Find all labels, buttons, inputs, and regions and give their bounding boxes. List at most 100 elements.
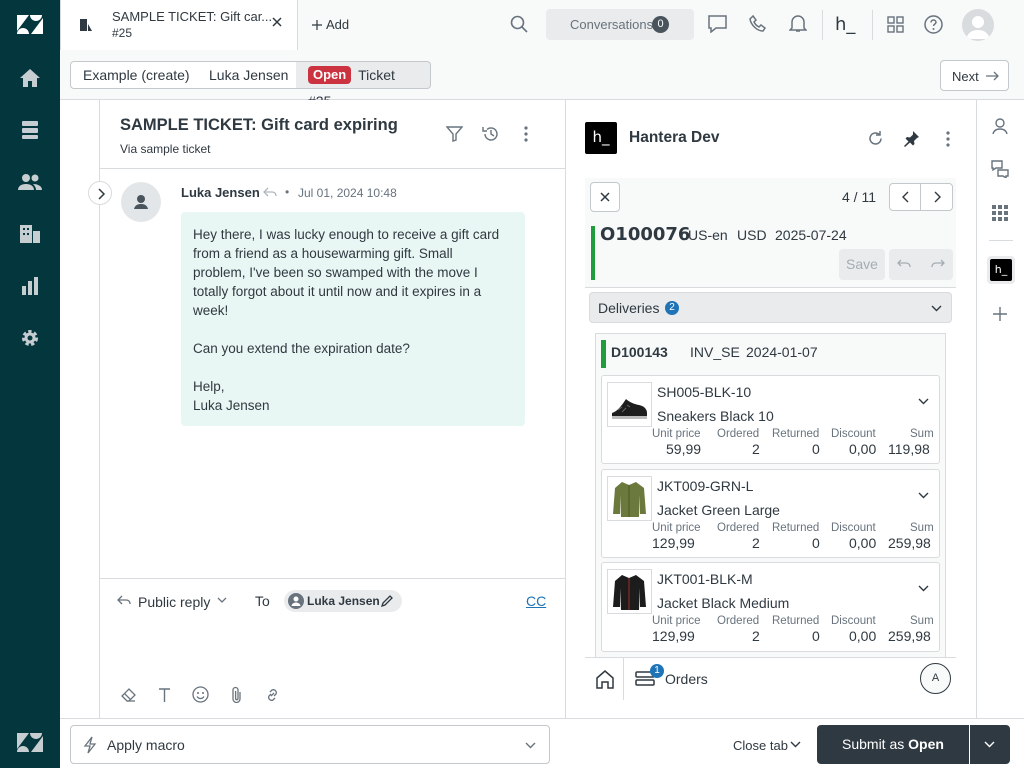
topbar-divider-2 bbox=[872, 10, 873, 40]
notifications-bell-icon[interactable] bbox=[789, 14, 807, 33]
admin-gear-icon[interactable] bbox=[15, 323, 45, 353]
save-button[interactable]: Save bbox=[839, 249, 885, 280]
filter-icon[interactable] bbox=[446, 126, 463, 142]
chat-icon[interactable] bbox=[708, 15, 727, 33]
breadcrumb-user[interactable]: Luka Jensen bbox=[197, 61, 302, 89]
pin-icon[interactable] bbox=[903, 130, 920, 147]
order-id[interactable]: O100076 bbox=[600, 224, 690, 245]
add-app-plus-icon[interactable] bbox=[993, 307, 1007, 321]
attachment-icon[interactable] bbox=[231, 686, 242, 703]
organizations-icon[interactable] bbox=[15, 219, 45, 249]
hantera-rail-app[interactable]: h_ bbox=[987, 256, 1015, 284]
pencil-icon[interactable] bbox=[380, 594, 394, 608]
line-item[interactable]: JKT001-BLK-M Jacket Black Medium Unit pr… bbox=[601, 562, 940, 652]
item-expand-chevron-icon[interactable] bbox=[918, 398, 929, 405]
conversations-count-badge: 0 bbox=[652, 16, 669, 33]
app-bottom-nav: 1 Orders A bbox=[585, 657, 956, 700]
history-icon[interactable] bbox=[482, 125, 500, 143]
apps-grid-icon[interactable] bbox=[887, 16, 904, 33]
app-more-icon[interactable] bbox=[946, 131, 950, 147]
message-line: problem, I've been so swamped with the m… bbox=[193, 265, 478, 280]
unit-price-value: 129,99 bbox=[652, 535, 695, 551]
item-expand-chevron-icon[interactable] bbox=[918, 492, 929, 499]
search-icon[interactable] bbox=[510, 15, 528, 33]
submit-prefix: Submit as bbox=[842, 736, 909, 752]
pager-buttons bbox=[889, 183, 953, 211]
text-format-icon[interactable] bbox=[158, 687, 171, 703]
close-order-button[interactable] bbox=[590, 182, 620, 212]
breadcrumb-requester[interactable]: Example (create) bbox=[70, 61, 203, 89]
app-user-avatar[interactable]: A bbox=[920, 663, 951, 694]
chevron-right-icon bbox=[98, 188, 106, 200]
user-avatar[interactable] bbox=[962, 9, 994, 41]
reporting-icon[interactable] bbox=[15, 271, 45, 301]
order-locale: US-en bbox=[688, 227, 728, 243]
cc-link[interactable]: CC bbox=[526, 593, 546, 609]
line-item[interactable]: SH005-BLK-10 Sneakers Black 10 Unit pric… bbox=[601, 375, 940, 464]
breadcrumb-ticket[interactable]: Open Ticket #25 bbox=[296, 61, 431, 109]
recipient-chip[interactable]: Luka Jensen bbox=[284, 590, 402, 612]
apply-macro-dropdown[interactable]: Apply macro bbox=[70, 725, 550, 764]
recipient-avatar bbox=[288, 593, 304, 609]
zendesk-logo-icon[interactable] bbox=[15, 10, 45, 40]
phone-icon[interactable] bbox=[749, 15, 767, 33]
close-tab-chevron-icon[interactable] bbox=[790, 741, 801, 748]
deliveries-accordion[interactable]: Deliveries 2 bbox=[589, 292, 952, 323]
views-icon[interactable] bbox=[15, 115, 45, 145]
author-name[interactable]: Luka Jensen bbox=[181, 185, 260, 200]
ticket-header: SAMPLE TICKET: Gift card expiring Via sa… bbox=[100, 100, 566, 169]
expand-sidebar-button[interactable] bbox=[88, 181, 112, 205]
breadcrumb-bar: Example (create) Luka Jensen Open Ticket… bbox=[60, 50, 1024, 109]
add-tab-button[interactable]: Add bbox=[312, 17, 349, 32]
chevron-left-icon bbox=[902, 191, 909, 203]
link-icon[interactable] bbox=[264, 687, 281, 703]
undo-icon[interactable] bbox=[897, 259, 911, 268]
zendesk-wordmark-icon bbox=[15, 728, 45, 758]
customers-icon[interactable] bbox=[15, 167, 45, 197]
discount-label: Discount bbox=[831, 615, 876, 627]
conversations-button[interactable]: Conversations 0 bbox=[546, 9, 694, 40]
reply-mode-dropdown[interactable]: Public reply bbox=[138, 594, 210, 610]
line-item[interactable]: JKT009-GRN-L Jacket Green Large Unit pri… bbox=[601, 469, 940, 558]
orders-label[interactable]: Orders bbox=[665, 671, 708, 687]
help-icon[interactable] bbox=[924, 15, 943, 34]
discount-value: 0,00 bbox=[849, 535, 877, 551]
knowledge-icon[interactable] bbox=[991, 160, 1009, 178]
discount-value: 0,00 bbox=[849, 441, 877, 457]
submit-options-button[interactable] bbox=[970, 725, 1010, 764]
app-home-icon[interactable] bbox=[595, 669, 615, 689]
status-badge: Open bbox=[308, 66, 352, 84]
order-header: 4 / 11 O100076 US-en USD 2025-07-24 Save bbox=[585, 178, 956, 288]
delivery-status-bar bbox=[601, 340, 606, 368]
sum-value: 259,98 bbox=[888, 535, 931, 551]
customer-context-icon[interactable] bbox=[991, 117, 1009, 135]
next-button[interactable]: Next bbox=[940, 60, 1009, 91]
submit-label: Submit as Open bbox=[842, 736, 944, 752]
discount-label: Discount bbox=[831, 522, 876, 534]
message-line: from a friend as a housewarming gift. Sm… bbox=[193, 246, 453, 261]
close-tab-icon[interactable] bbox=[272, 17, 282, 27]
discount-value: 0,00 bbox=[849, 628, 877, 644]
redo-icon[interactable] bbox=[931, 259, 945, 268]
home-icon[interactable] bbox=[15, 63, 45, 93]
apps-icon[interactable] bbox=[992, 205, 1008, 221]
tab-subtitle: #25 bbox=[112, 26, 133, 40]
item-expand-chevron-icon[interactable] bbox=[918, 585, 929, 592]
more-options-icon[interactable] bbox=[524, 126, 528, 142]
close-tab-label[interactable]: Close tab bbox=[733, 738, 788, 753]
delivery-date: 2024-01-07 bbox=[746, 344, 818, 360]
prev-order-button[interactable] bbox=[890, 184, 921, 210]
chevron-down-icon[interactable] bbox=[217, 597, 227, 604]
eraser-icon[interactable] bbox=[121, 687, 137, 703]
submit-button[interactable]: Submit as Open bbox=[817, 725, 969, 764]
discount-label: Discount bbox=[831, 428, 876, 440]
hantera-app-icon[interactable]: h_ bbox=[835, 14, 855, 35]
returned-label: Returned bbox=[772, 428, 820, 440]
emoji-icon[interactable] bbox=[192, 686, 209, 703]
refresh-icon[interactable] bbox=[867, 130, 884, 147]
ticket-tab[interactable]: SAMPLE TICKET: Gift car... #25 bbox=[60, 0, 298, 50]
bottom-nav-divider bbox=[623, 658, 624, 700]
delivery-id[interactable]: D100143 bbox=[611, 344, 668, 360]
next-order-button[interactable] bbox=[922, 184, 953, 210]
reply-composer: Public reply To Luka Jensen CC bbox=[100, 578, 566, 718]
